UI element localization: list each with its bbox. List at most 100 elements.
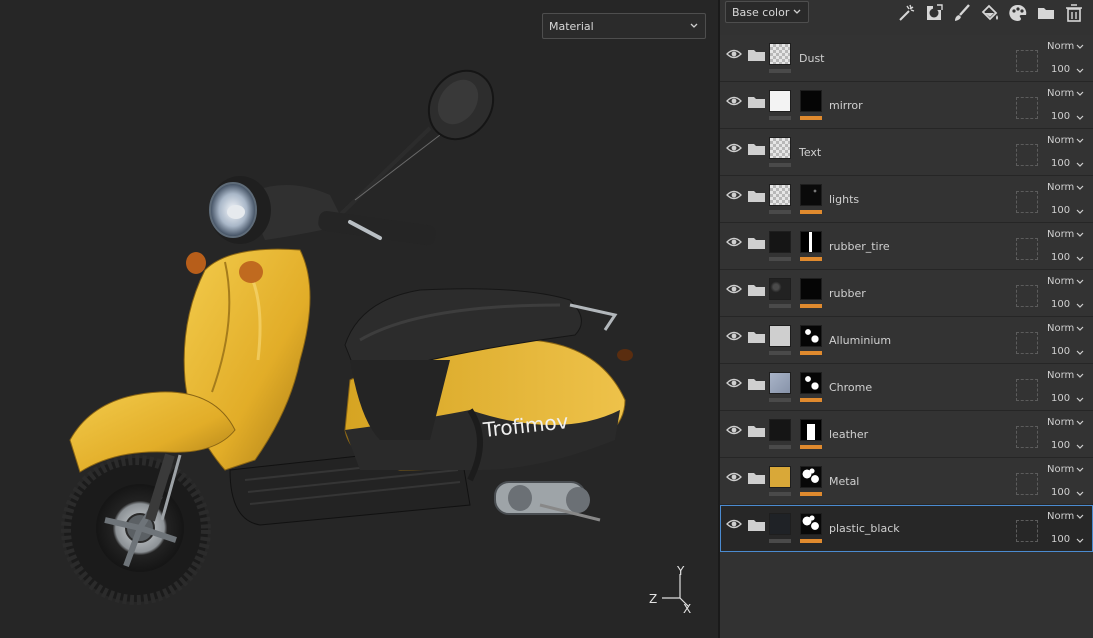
layer-thumbnail[interactable] (769, 43, 791, 65)
layer-row[interactable]: Alluminium Norm 100 (720, 317, 1093, 364)
layer-thumbnail[interactable] (769, 231, 791, 253)
visibility-eye-icon[interactable] (726, 283, 742, 295)
layer-name[interactable]: mirror (829, 99, 863, 112)
layer-thumbnail[interactable] (769, 325, 791, 347)
layer-blend-preview[interactable] (1016, 97, 1038, 119)
layer-mask-thumbnail[interactable] (800, 466, 822, 488)
visibility-eye-icon[interactable] (726, 189, 742, 201)
chevron-down-icon[interactable] (1076, 513, 1084, 521)
chevron-down-icon[interactable] (1076, 349, 1084, 357)
layer-name[interactable]: rubber_tire (829, 240, 890, 253)
layer-name[interactable]: Alluminium (829, 334, 891, 347)
layer-blend-preview[interactable] (1016, 50, 1038, 72)
visibility-eye-icon[interactable] (726, 471, 742, 483)
chevron-down-icon[interactable] (1076, 255, 1084, 263)
layer-mask-thumbnail[interactable] (800, 372, 822, 394)
visibility-eye-icon[interactable] (726, 330, 742, 342)
layer-name[interactable]: Chrome (829, 381, 872, 394)
chevron-down-icon[interactable] (1076, 43, 1084, 51)
layer-opacity[interactable]: 100 (1051, 205, 1070, 216)
layer-row[interactable]: Chrome Norm 100 (720, 364, 1093, 411)
layer-opacity[interactable]: 100 (1051, 111, 1070, 122)
viewport-3d[interactable]: Trofimov Material Y Z X (0, 0, 718, 638)
folder-icon[interactable] (748, 519, 765, 531)
chevron-down-icon[interactable] (1076, 466, 1084, 474)
layer-mask-thumbnail[interactable] (800, 325, 822, 347)
folder-icon[interactable] (748, 96, 765, 108)
layer-blend-mode[interactable]: Norm (1047, 182, 1074, 193)
chevron-down-icon[interactable] (1076, 184, 1084, 192)
layer-mask-thumbnail[interactable] (800, 419, 822, 441)
layer-mask-thumbnail[interactable] (800, 513, 822, 535)
scooter-model[interactable]: Trofimov (0, 0, 718, 638)
layer-name[interactable]: Text (799, 146, 821, 159)
chevron-down-icon[interactable] (1076, 137, 1084, 145)
layer-mask-thumbnail[interactable] (800, 90, 822, 112)
folder-icon[interactable] (748, 472, 765, 484)
view-mode-dropdown[interactable]: Material (542, 13, 706, 39)
chevron-down-icon[interactable] (1076, 302, 1084, 310)
mask-icon[interactable] (924, 3, 944, 23)
paint-brush-icon[interactable] (952, 3, 972, 23)
layer-name[interactable]: lights (829, 193, 859, 206)
layer-row[interactable]: lights Norm 100 (720, 176, 1093, 223)
chevron-down-icon[interactable] (1076, 67, 1084, 75)
visibility-eye-icon[interactable] (726, 48, 742, 60)
layer-blend-preview[interactable] (1016, 285, 1038, 307)
layer-blend-preview[interactable] (1016, 332, 1038, 354)
layer-blend-mode[interactable]: Norm (1047, 135, 1074, 146)
layer-name[interactable]: rubber (829, 287, 866, 300)
layer-row[interactable]: rubber_tire Norm 100 (720, 223, 1093, 270)
chevron-down-icon[interactable] (1076, 114, 1084, 122)
layer-opacity[interactable]: 100 (1051, 393, 1070, 404)
layer-blend-mode[interactable]: Norm (1047, 464, 1074, 475)
chevron-down-icon[interactable] (1076, 490, 1084, 498)
layer-blend-mode[interactable]: Norm (1047, 417, 1074, 428)
layer-thumbnail[interactable] (769, 278, 791, 300)
layer-blend-preview[interactable] (1016, 473, 1038, 495)
chevron-down-icon[interactable] (1076, 90, 1084, 98)
layer-blend-preview[interactable] (1016, 426, 1038, 448)
layer-blend-preview[interactable] (1016, 238, 1038, 260)
layer-row[interactable]: Dust Norm 100 (720, 35, 1093, 82)
layer-row[interactable]: plastic_black Norm 100 (720, 505, 1093, 552)
channel-dropdown[interactable]: Base color (725, 1, 809, 23)
chevron-down-icon[interactable] (1076, 161, 1084, 169)
folder-icon[interactable] (748, 49, 765, 61)
layer-opacity[interactable]: 100 (1051, 440, 1070, 451)
folder-icon[interactable] (1036, 3, 1056, 23)
layer-opacity[interactable]: 100 (1051, 534, 1070, 545)
visibility-eye-icon[interactable] (726, 377, 742, 389)
layer-mask-thumbnail[interactable] (800, 231, 822, 253)
layer-blend-mode[interactable]: Norm (1047, 88, 1074, 99)
layer-row[interactable]: rubber Norm 100 (720, 270, 1093, 317)
chevron-down-icon[interactable] (1076, 325, 1084, 333)
chevron-down-icon[interactable] (1076, 372, 1084, 380)
layer-opacity[interactable]: 100 (1051, 487, 1070, 498)
layer-blend-mode[interactable]: Norm (1047, 41, 1074, 52)
layer-thumbnail[interactable] (769, 372, 791, 394)
layer-name[interactable]: plastic_black (829, 522, 900, 535)
folder-icon[interactable] (748, 331, 765, 343)
visibility-eye-icon[interactable] (726, 518, 742, 530)
layer-blend-preview[interactable] (1016, 379, 1038, 401)
layer-blend-mode[interactable]: Norm (1047, 323, 1074, 334)
layer-blend-preview[interactable] (1016, 191, 1038, 213)
layer-blend-preview[interactable] (1016, 520, 1038, 542)
folder-icon[interactable] (748, 378, 765, 390)
layer-thumbnail[interactable] (769, 466, 791, 488)
chevron-down-icon[interactable] (1076, 231, 1084, 239)
layer-blend-preview[interactable] (1016, 144, 1038, 166)
layer-mask-thumbnail[interactable] (800, 278, 822, 300)
trash-icon[interactable] (1064, 3, 1084, 23)
chevron-down-icon[interactable] (1076, 419, 1084, 427)
layer-name[interactable]: Dust (799, 52, 825, 65)
layer-mask-thumbnail[interactable] (800, 184, 822, 206)
layer-name[interactable]: leather (829, 428, 868, 441)
folder-icon[interactable] (748, 425, 765, 437)
layer-blend-mode[interactable]: Norm (1047, 276, 1074, 287)
chevron-down-icon[interactable] (1076, 396, 1084, 404)
layer-blend-mode[interactable]: Norm (1047, 511, 1074, 522)
layer-row[interactable]: Metal Norm 100 (720, 458, 1093, 505)
layer-thumbnail[interactable] (769, 137, 791, 159)
